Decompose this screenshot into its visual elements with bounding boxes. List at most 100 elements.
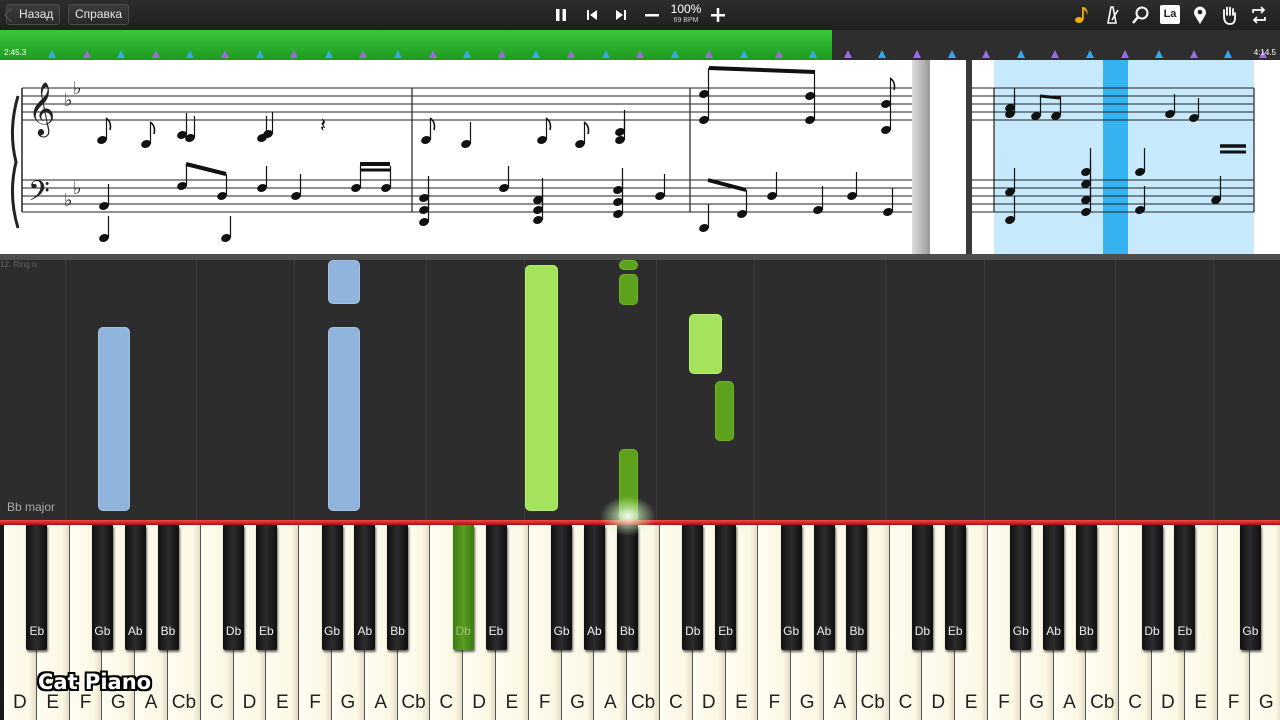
rest-sign: 𝄽 [320,113,326,137]
black-key[interactable]: Db [1141,525,1163,650]
back-button[interactable]: Назад [6,4,61,25]
key-label: Cb [860,692,885,713]
next-icon[interactable] [610,4,632,26]
key-label: Gb [1242,624,1259,638]
magnifier-icon[interactable] [1130,4,1152,26]
roll-gridline [885,260,886,522]
black-key[interactable]: Gb [321,525,343,650]
pause-icon[interactable] [550,4,572,26]
black-key[interactable]: Gb [91,525,113,650]
key-label: Gb [553,624,570,638]
flat-sign: ♭ [64,90,73,111]
black-key[interactable]: Eb [255,525,277,650]
black-key[interactable]: Eb [944,525,966,650]
key-label: G [799,692,815,713]
black-key[interactable]: Eb [485,525,507,650]
roll-gridline [1115,260,1116,522]
black-key[interactable]: Bb [387,525,409,650]
falling-note [525,265,558,511]
black-key[interactable]: Bb [846,525,868,650]
minus-icon[interactable] [641,4,663,26]
timeline-marker [290,50,299,58]
key-label: Ab [587,624,602,638]
timeline-marker [670,50,679,58]
beam [708,66,816,74]
black-key[interactable]: Bb [157,525,179,650]
beam [1039,94,1061,100]
la-label[interactable]: La [1160,5,1180,24]
timeline-marker [740,50,748,58]
bass-clef: 𝄢 [28,175,50,215]
black-key[interactable]: Ab [583,525,605,650]
black-key[interactable]: Bb [1075,525,1097,650]
key-label: F [79,692,92,713]
key-label: E [46,692,60,713]
timeline-scrubber[interactable]: 2:45.3 4:14.5 [0,30,1280,60]
key-label: Db [1144,624,1160,638]
black-key-pressed[interactable]: Db [452,525,474,650]
roll-gridline [754,260,755,522]
hand-icon[interactable] [1218,4,1240,26]
black-key[interactable]: Eb [715,525,737,650]
key-label: E [964,692,978,713]
black-key[interactable]: Db [682,525,704,650]
timeline-marker [947,50,956,58]
roll-gridline [196,260,197,522]
help-button[interactable]: Справка [68,4,130,25]
plus-icon[interactable] [707,4,729,26]
black-key[interactable]: Ab [124,525,146,650]
key-label: Eb [259,624,274,638]
black-key[interactable]: Gb [1239,525,1261,650]
score-divider [966,60,972,254]
location-pin-icon[interactable] [1189,4,1211,26]
key-label: C [898,692,913,713]
black-key[interactable]: Gb [1010,525,1032,650]
black-key[interactable]: Gb [551,525,573,650]
timeline-marker [1051,50,1060,58]
key-label: G [1258,692,1274,713]
timeline-marker [532,50,541,58]
key-label: Cb [171,692,197,713]
key-label: D [472,692,486,713]
key-label: Ab [1046,624,1061,638]
key-label: C [669,692,683,713]
key-label: A [144,692,158,713]
note-icon[interactable] [1071,4,1093,26]
system-brace [10,95,20,229]
black-key[interactable]: Eb [1174,525,1196,650]
timeline-marker [1016,50,1025,58]
key-signature-label: Bb major [7,500,56,514]
timeline-marker [186,50,195,58]
black-key[interactable]: Ab [1043,525,1065,650]
key-label: Bb [1079,624,1094,638]
previous-icon[interactable] [581,4,603,26]
timeline-marker [567,50,575,58]
key-label: Cb [1090,692,1115,713]
piano-keyboard[interactable]: D E F G A Cb C D E F G A Cb C D E F G A Cb C D E F G A Cb C D E F G A Cb C… [0,525,1280,720]
key-label: Gb [94,624,111,638]
key-label: G [340,692,356,713]
black-key[interactable]: Db [911,525,933,650]
timeline-marker [1120,50,1129,58]
bpm-value: 69 BPM [673,17,699,24]
key-label: Db [225,624,242,638]
timeline-marker [1189,50,1198,58]
black-key[interactable]: Ab [354,525,376,650]
toolbar: Назад Справка 100% 69 BPM La [0,0,1280,30]
key-label: A [1063,692,1076,713]
key-label: Eb [488,624,504,638]
black-key[interactable]: Bb [616,525,638,650]
key-label: Db [685,624,701,638]
key-label: Bb [390,624,405,638]
timeline-marker [48,50,56,58]
loop-icon[interactable] [1248,4,1270,26]
falling-note [715,381,734,441]
black-key[interactable]: Eb [26,525,48,650]
black-key[interactable]: Db [223,525,245,650]
timeline-marker [636,50,645,58]
sheet-music[interactable]: 𝄞 𝄢 ♭ ♭ ♭ ♭ 𝄽 [0,60,1280,254]
key-label: F [538,692,551,713]
black-key[interactable]: Gb [780,525,802,650]
metronome-icon[interactable] [1101,4,1123,26]
black-key[interactable]: Ab [813,525,835,650]
